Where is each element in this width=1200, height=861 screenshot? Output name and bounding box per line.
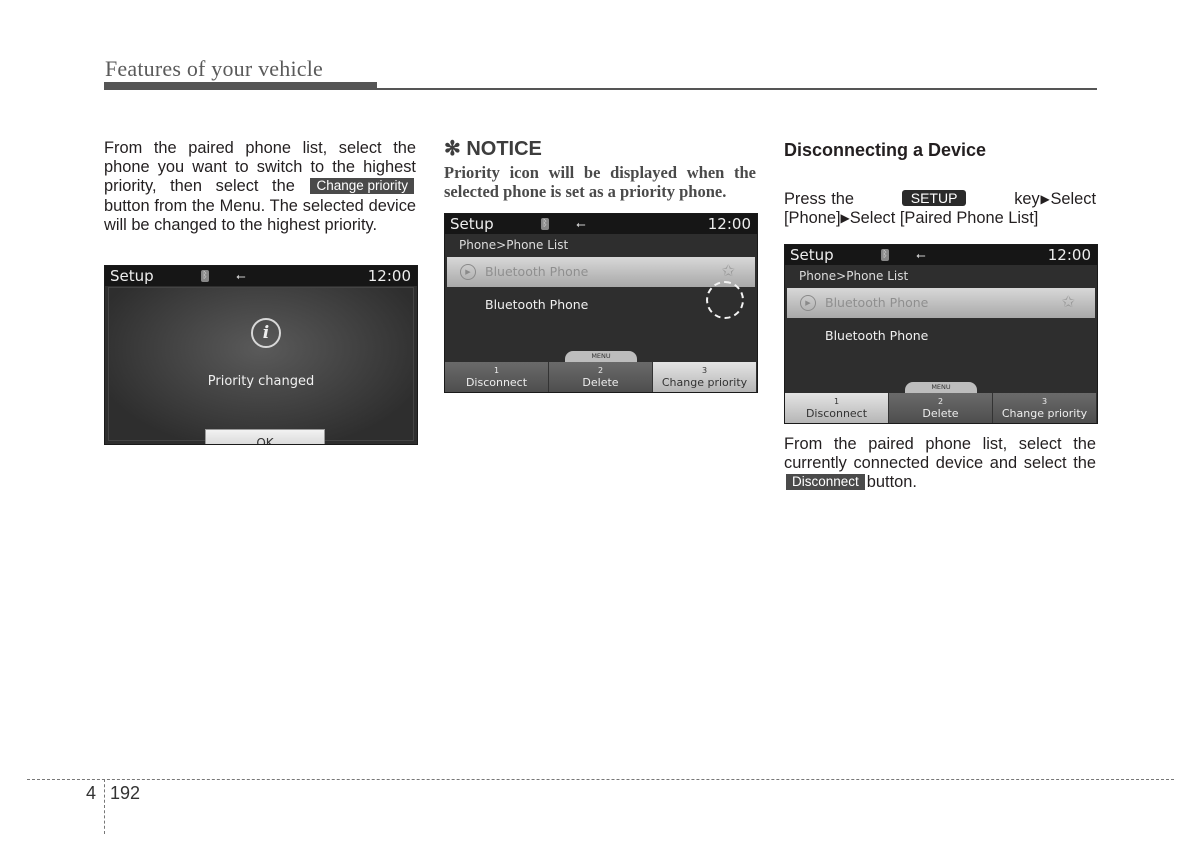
- column-2: ✻ NOTICE Priority icon will be displayed…: [444, 137, 756, 201]
- instruction-paragraph: Press the SETUP key▶Select [Phone]▶Selec…: [784, 190, 1096, 228]
- chapter-number: 4: [86, 783, 97, 803]
- play-icon: ▶: [800, 295, 816, 311]
- screen-title: Setup: [790, 246, 834, 264]
- page-header-title: Features of your vehicle: [105, 56, 324, 81]
- breadcrumb: Phone>Phone List: [459, 238, 569, 252]
- screen-title: Setup: [110, 267, 154, 285]
- page-number: 192: [110, 783, 141, 803]
- menu-delete-button[interactable]: 2 Delete: [889, 393, 993, 423]
- priority-star-icon: ✩: [1061, 292, 1075, 311]
- menu-change-priority-button[interactable]: 3 Change priority: [653, 362, 757, 392]
- screen-status-bar: Setup ᛒ ⭠ 12:00: [785, 245, 1097, 265]
- menu-bar: 1 Disconnect 2 Delete 3 Change priority: [785, 393, 1097, 423]
- menu-tab[interactable]: MENU: [905, 382, 977, 393]
- screen-phone-list-disconnect: Setup ᛒ ⭠ 12:00 Phone>Phone List ▶ Bluet…: [784, 244, 1098, 424]
- notice-title: ✻ NOTICE: [444, 138, 542, 160]
- highlight-circle: [706, 281, 744, 319]
- arrow-right-icon: ▶: [840, 211, 850, 226]
- bluetooth-icon: ᛒ: [201, 270, 209, 282]
- screen-clock: 12:00: [1047, 246, 1091, 264]
- inline-change-priority-button: Change priority: [310, 178, 414, 195]
- footer-rule: [27, 779, 1174, 780]
- popup-dialog: i Priority changed OK: [108, 287, 414, 444]
- phone-list-item[interactable]: Bluetooth Phone: [485, 296, 588, 314]
- screen-status-bar: Setup ᛒ ⭠ 12:00: [105, 266, 417, 286]
- bluetooth-icon: ᛒ: [881, 249, 889, 261]
- usb-icon: ⭠: [916, 248, 926, 262]
- bluetooth-icon: ᛒ: [541, 218, 549, 230]
- play-icon: ▶: [460, 264, 476, 280]
- menu-bar: 1 Disconnect 2 Delete 3 Change priority: [445, 362, 757, 392]
- menu-disconnect-button[interactable]: 1 Disconnect: [445, 362, 549, 392]
- screen-priority-changed: Setup ᛒ ⭠ 12:00 i Priority changed OK: [104, 265, 418, 445]
- menu-change-priority-button[interactable]: 3 Change priority: [993, 393, 1097, 423]
- inline-disconnect-button: Disconnect: [786, 474, 865, 491]
- setup-key: SETUP: [901, 190, 967, 206]
- phone-list-item-selected[interactable]: ▶ Bluetooth Phone ✩: [447, 257, 755, 287]
- info-icon: i: [251, 318, 281, 348]
- column-1: From the paired phone list, select the p…: [104, 139, 416, 235]
- menu-delete-button[interactable]: 2 Delete: [549, 362, 653, 392]
- phone-list-item-selected[interactable]: ▶ Bluetooth Phone ✩: [787, 288, 1095, 318]
- phone-label: Bluetooth Phone: [485, 264, 589, 279]
- paragraph-disconnect: From the paired phone list, select the c…: [784, 435, 1096, 492]
- column-3-bottom: From the paired phone list, select the c…: [784, 435, 1096, 493]
- menu-disconnect-button[interactable]: 1 Disconnect: [785, 393, 889, 423]
- phone-label: Bluetooth Phone: [825, 295, 929, 310]
- ok-button[interactable]: OK: [205, 429, 325, 444]
- popup-message: Priority changed: [207, 374, 315, 389]
- screen-title: Setup: [450, 215, 494, 233]
- phone-list-item[interactable]: Bluetooth Phone: [825, 327, 928, 345]
- footer-divider: [104, 779, 105, 834]
- priority-star-icon: ✩: [721, 261, 735, 280]
- screen-clock: 12:00: [707, 215, 751, 233]
- arrow-right-icon: ▶: [1039, 192, 1051, 206]
- breadcrumb: Phone>Phone List: [799, 269, 909, 283]
- menu-tab[interactable]: MENU: [565, 351, 637, 362]
- usb-icon: ⭠: [236, 269, 246, 283]
- usb-icon: ⭠: [576, 217, 586, 231]
- column-3: Disconnecting a Device Press the SETUP k…: [784, 139, 1096, 228]
- screen-status-bar: Setup ᛒ ⭠ 12:00: [445, 214, 757, 234]
- notice-body: Priority icon will be displayed when the…: [444, 163, 756, 201]
- paragraph-change-priority: From the paired phone list, select the p…: [104, 139, 416, 234]
- header-rule-thin: [104, 88, 1097, 90]
- section-title: Disconnecting a Device: [784, 140, 987, 160]
- screen-phone-list-priority: Setup ᛒ ⭠ 12:00 Phone>Phone List ▶ Bluet…: [444, 213, 758, 393]
- screen-clock: 12:00: [367, 267, 411, 285]
